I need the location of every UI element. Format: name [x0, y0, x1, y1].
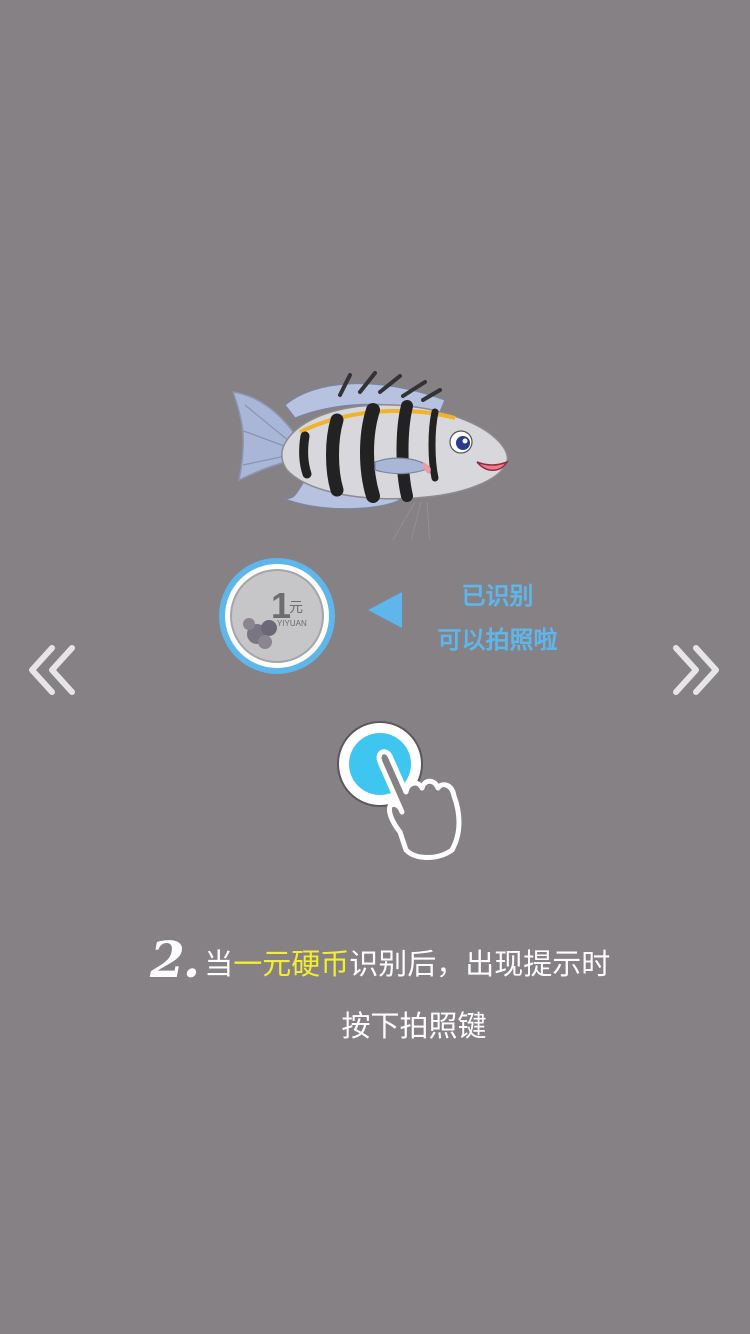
double-chevron-right-icon[interactable] — [668, 640, 722, 700]
one-yuan-coin: 1 元 YIYUAN — [219, 558, 335, 674]
instruction-line-1: 2. 当 一元硬币 识别后，出现提示时 — [150, 918, 690, 988]
hint-line-1: 已识别 — [461, 582, 534, 610]
instruction-highlight: 一元硬币 — [233, 947, 350, 981]
instruction-prefix: 当 — [204, 947, 234, 981]
fish-illustration — [231, 371, 509, 540]
shutter-button[interactable] — [330, 712, 490, 862]
coin-romanization: YIYUAN — [277, 619, 307, 628]
double-chevron-left-icon[interactable] — [26, 640, 80, 700]
hint-line-2: 可以拍照啦 — [437, 626, 558, 654]
triangle-left-icon — [368, 592, 402, 628]
recognized-hint: 已识别 可以拍照啦 — [415, 574, 580, 662]
instruction-line-2: 按下拍照键 — [341, 1009, 487, 1043]
coin-unit: 元 — [289, 600, 303, 616]
instruction-suffix: 识别后，出现提示时 — [349, 947, 611, 981]
step-number: 2. — [150, 930, 200, 989]
